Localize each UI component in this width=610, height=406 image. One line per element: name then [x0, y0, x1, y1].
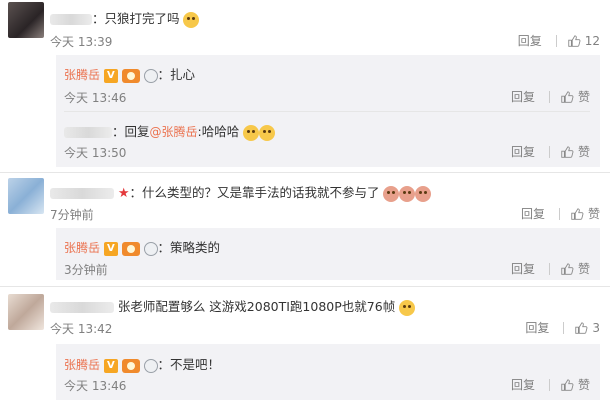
comment-time: 今天 13:39 [50, 35, 113, 49]
comment-time: 今天 13:42 [50, 322, 113, 336]
laughing-emoji-icon [259, 124, 276, 141]
thread-divider [0, 172, 610, 173]
reply-list: 张腾岳 V ：不是吧！ 今天 13:46 回复 赞 [56, 344, 600, 400]
comment-line: ：只狼打完了吗 [50, 8, 200, 28]
reply-time: 3分钟前 [64, 263, 108, 277]
reply-text: ：策略类的 [157, 240, 221, 255]
avatar[interactable] [8, 2, 44, 38]
thumbs-up-icon[interactable] [567, 34, 581, 48]
grinning-emoji-icon [399, 299, 416, 316]
pig-face-emoji-icon [415, 185, 432, 202]
pig-face-emoji-icon [399, 185, 416, 202]
like-count: 12 [584, 33, 600, 48]
reply-button[interactable]: 回复 [525, 319, 549, 336]
reply-button[interactable]: 回复 [511, 260, 535, 277]
reply-prefix: ：回复 [112, 124, 150, 139]
comment-line: 张老师配置够么 这游戏2080TI跑1080P也就76帧 [50, 296, 416, 316]
thumbs-up-icon[interactable] [560, 262, 574, 276]
comment-thread-2: ★：什么类型的？又是靠手法的话我就不参与了 7分钟前 回复 赞 张腾岳 V ：策… [0, 174, 610, 284]
reply-text: ：不是吧！ [157, 357, 221, 372]
reply-line: ：回复@张腾岳:哈哈哈 [64, 121, 276, 141]
thumbs-up-icon[interactable] [560, 378, 574, 392]
reply-author[interactable]: 张腾岳 [64, 241, 100, 255]
reply-actions: 回复 赞 [511, 143, 590, 160]
reply-line: 张腾岳 V ：扎心 [64, 64, 195, 83]
comment-actions: 回复 3 [525, 319, 600, 336]
like-label[interactable]: 赞 [578, 376, 590, 393]
comment-line: ★：什么类型的？又是靠手法的话我就不参与了 [50, 182, 432, 202]
comment-text: ：什么类型的？又是靠手法的话我就不参与了 [129, 185, 380, 200]
comment-thread-3: 张老师配置够么 这游戏2080TI跑1080P也就76帧 今天 13:42 回复… [0, 288, 610, 406]
like-label[interactable]: 赞 [578, 88, 590, 105]
reply-actions: 回复 赞 [511, 376, 590, 393]
comment-time: 7分钟前 [50, 208, 94, 222]
comment-thread-1: ：只狼打完了吗 今天 13:39 回复 12 张腾岳 V ：扎心 今天 13:4… [0, 0, 610, 170]
comment-text: ：只狼打完了吗 [92, 11, 180, 26]
verified-v-icon: V [103, 241, 118, 256]
like-label[interactable]: 赞 [578, 143, 590, 160]
thumbs-up-icon[interactable] [560, 90, 574, 104]
reply-time: 今天 13:50 [64, 146, 127, 160]
action-divider [548, 145, 550, 158]
comment-actions: 回复 赞 [521, 205, 600, 222]
reply-button[interactable]: 回复 [511, 376, 535, 393]
thread-divider [0, 286, 610, 287]
reply-time: 今天 13:46 [64, 91, 127, 105]
fan-club-badge-icon [121, 68, 140, 83]
reply-actions: 回复 赞 [511, 260, 590, 277]
reply-actions: 回复 赞 [511, 88, 590, 105]
reply-button[interactable]: 回复 [518, 32, 542, 49]
divider [64, 111, 590, 112]
reply-author-name[interactable] [64, 127, 112, 138]
thumbs-up-icon[interactable] [560, 145, 574, 159]
reply-text: ：扎心 [157, 67, 196, 82]
fan-club-badge-icon [121, 358, 140, 373]
like-label[interactable]: 赞 [588, 205, 600, 222]
reply-line: 张腾岳 V ：不是吧！ [64, 354, 220, 373]
reply-button[interactable]: 回复 [511, 143, 535, 160]
medal-icon [143, 358, 158, 373]
star-icon: ★ [117, 186, 130, 201]
medal-icon [143, 241, 158, 256]
action-divider [555, 34, 557, 47]
reply-text: :哈哈哈 [197, 124, 240, 139]
avatar[interactable] [8, 294, 44, 330]
verified-v-icon: V [103, 68, 118, 83]
reply-time: 今天 13:46 [64, 379, 127, 393]
action-divider [563, 321, 565, 334]
action-divider [558, 207, 560, 220]
laughing-emoji-icon [243, 124, 260, 141]
thumbs-up-icon[interactable] [570, 207, 584, 221]
cat-face-emoji-icon [183, 11, 200, 28]
action-divider [548, 262, 550, 275]
thumbs-up-icon[interactable] [574, 321, 588, 335]
reply-list: 张腾岳 V ：扎心 今天 13:46 回复 赞 ：回复@张腾岳:哈哈哈 今天 1… [56, 55, 600, 167]
comment-actions: 回复 12 [518, 32, 600, 49]
like-count: 3 [592, 320, 600, 335]
like-label[interactable]: 赞 [578, 260, 590, 277]
avatar[interactable] [8, 178, 44, 214]
reply-button[interactable]: 回复 [511, 88, 535, 105]
reply-button[interactable]: 回复 [521, 205, 545, 222]
commenter-name[interactable] [50, 14, 92, 25]
fan-club-badge-icon [121, 241, 140, 256]
reply-author[interactable]: 张腾岳 [64, 358, 100, 372]
pig-face-emoji-icon [383, 185, 400, 202]
reply-line: 张腾岳 V ：策略类的 [64, 237, 220, 256]
action-divider [548, 90, 550, 103]
medal-icon [143, 68, 158, 83]
reply-list: 张腾岳 V ：策略类的 3分钟前 回复 赞 [56, 228, 600, 280]
commenter-name[interactable] [50, 302, 114, 313]
action-divider [548, 378, 550, 391]
mention-link[interactable]: @张腾岳 [150, 125, 198, 139]
comment-text: 张老师配置够么 这游戏2080TI跑1080P也就76帧 [117, 299, 396, 314]
commenter-name[interactable] [50, 188, 114, 199]
verified-v-icon: V [103, 358, 118, 373]
reply-author[interactable]: 张腾岳 [64, 68, 100, 82]
